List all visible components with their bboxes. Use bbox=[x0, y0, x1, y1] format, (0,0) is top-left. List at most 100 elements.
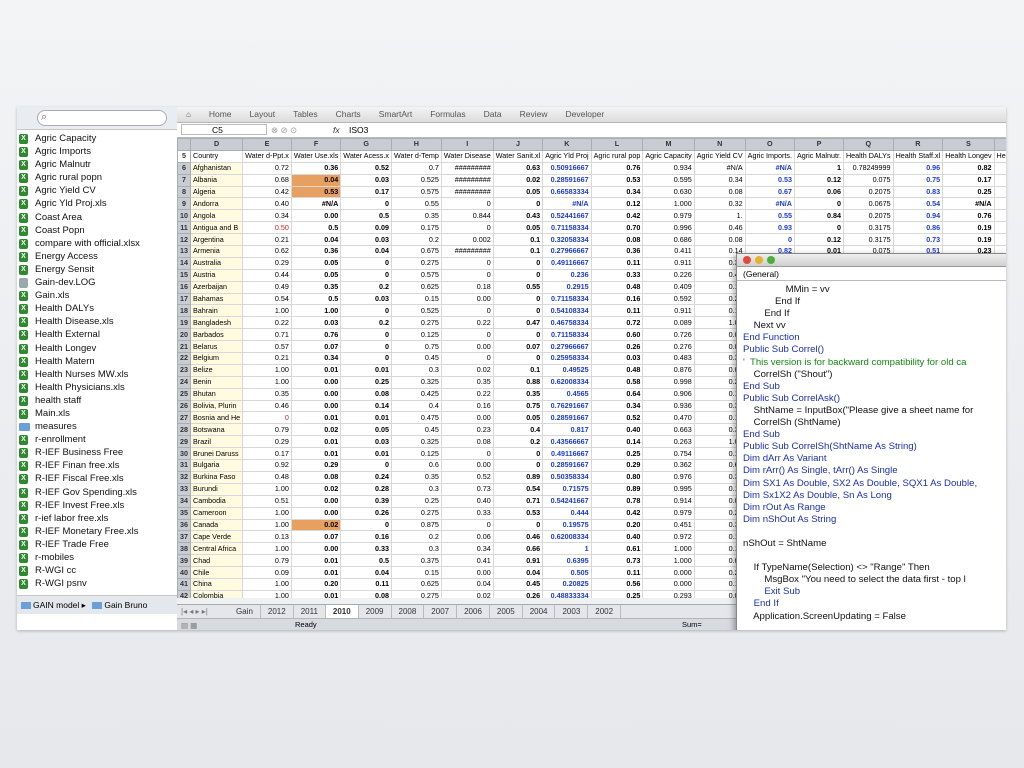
table-cell[interactable]: 0.26 bbox=[340, 506, 392, 520]
table-cell[interactable]: 0.01 bbox=[290, 589, 342, 598]
country-cell[interactable]: Bahamas bbox=[189, 292, 244, 306]
table-cell[interactable]: 0.01 bbox=[290, 411, 342, 425]
table-cell[interactable]: 0.20 bbox=[290, 577, 342, 591]
sheet-tab[interactable]: 2011 bbox=[294, 605, 326, 618]
row-number[interactable]: 8 bbox=[177, 185, 191, 199]
table-cell[interactable]: 0.80 bbox=[590, 470, 644, 484]
table-cell[interactable]: 0.475 bbox=[390, 411, 442, 425]
table-cell[interactable]: 0.2075 bbox=[842, 209, 894, 223]
table-cell[interactable]: 0.57 bbox=[242, 340, 292, 354]
path-item[interactable]: Gain Bruno bbox=[104, 600, 147, 610]
table-cell[interactable]: 0 bbox=[492, 256, 544, 270]
sheet-tab[interactable]: 2006 bbox=[457, 605, 490, 618]
table-cell[interactable]: 0.000 bbox=[642, 577, 695, 591]
view-buttons[interactable]: ▤ ▦ bbox=[181, 620, 197, 630]
table-cell[interactable]: 0.15 bbox=[390, 566, 442, 579]
table-cell[interactable]: 0.46 bbox=[492, 530, 544, 544]
table-cell[interactable]: 0 bbox=[492, 197, 544, 211]
table-cell[interactable]: 0.11 bbox=[340, 577, 392, 591]
table-cell[interactable]: Health Disease bbox=[993, 149, 1006, 163]
table-cell[interactable]: 0.01 bbox=[340, 447, 392, 461]
table-cell[interactable]: 0.41 bbox=[440, 554, 494, 568]
table-cell[interactable]: 0.20 bbox=[590, 518, 644, 532]
column-header[interactable]: I bbox=[440, 138, 494, 151]
table-cell[interactable]: 0 bbox=[492, 459, 544, 472]
table-cell[interactable]: 0.04 bbox=[492, 566, 544, 579]
table-cell[interactable]: 0.09 bbox=[340, 221, 392, 235]
table-cell[interactable]: 0.2075 bbox=[842, 185, 894, 199]
table-cell[interactable]: 0.49116667 bbox=[542, 256, 592, 270]
table-cell[interactable]: 0.29 bbox=[242, 256, 292, 270]
table-cell[interactable]: 0.54 bbox=[892, 197, 944, 211]
row-number[interactable]: 39 bbox=[177, 554, 191, 568]
name-box[interactable]: C5 bbox=[181, 124, 267, 135]
table-cell[interactable]: 0.2 bbox=[492, 435, 544, 449]
table-cell[interactable]: 0.25958334 bbox=[542, 352, 592, 365]
table-cell[interactable]: 0.14 bbox=[340, 399, 392, 413]
file-item[interactable]: X R-WGI cc bbox=[17, 564, 177, 577]
table-cell[interactable]: 0.27 bbox=[993, 233, 1006, 247]
table-cell[interactable]: 0.46 bbox=[693, 221, 746, 235]
table-cell[interactable]: 0.12 bbox=[590, 197, 644, 211]
table-cell[interactable]: 0.25 bbox=[390, 494, 442, 508]
table-cell[interactable]: 0.02 bbox=[492, 173, 544, 187]
table-cell[interactable]: 0.5 bbox=[290, 221, 342, 235]
file-item[interactable]: X R-IEF Gov Spending.xls bbox=[17, 486, 177, 499]
table-cell[interactable]: 0.663 bbox=[642, 423, 695, 437]
table-cell[interactable]: 1.00 bbox=[242, 482, 292, 496]
table-cell[interactable]: 0.263 bbox=[642, 435, 695, 449]
table-cell[interactable]: 0.71158334 bbox=[542, 221, 592, 235]
table-cell[interactable]: 1. bbox=[693, 209, 746, 223]
table-cell[interactable]: 0.04 bbox=[440, 577, 494, 591]
table-cell[interactable]: 0.25 bbox=[590, 589, 644, 598]
table-cell[interactable]: 0.16 bbox=[440, 399, 494, 413]
row-number[interactable]: 31 bbox=[177, 459, 191, 472]
table-cell[interactable]: 1.00 bbox=[242, 577, 292, 591]
file-item[interactable]: X Health Nurses MW.xls bbox=[17, 368, 177, 381]
table-cell[interactable]: 0.00 bbox=[290, 387, 342, 401]
table-cell[interactable]: 0.49 bbox=[242, 280, 292, 294]
table-cell[interactable]: 0.00 bbox=[290, 375, 342, 389]
row-number[interactable]: 34 bbox=[177, 494, 191, 508]
country-cell[interactable]: Belgium bbox=[189, 352, 244, 365]
table-cell[interactable]: 0 bbox=[440, 256, 494, 270]
file-item[interactable]: X Health Matern bbox=[17, 355, 177, 368]
table-cell[interactable]: 0.79 bbox=[242, 554, 292, 568]
country-cell[interactable]: Burundi bbox=[189, 482, 244, 496]
table-cell[interactable]: 0.46 bbox=[242, 399, 292, 413]
table-cell[interactable]: 0.01 bbox=[290, 554, 342, 568]
row-number[interactable]: 11 bbox=[177, 221, 191, 235]
table-cell[interactable]: 1.00 bbox=[242, 304, 292, 318]
sheet-tab[interactable]: 2008 bbox=[392, 605, 425, 618]
table-cell[interactable]: 0.76291667 bbox=[542, 399, 592, 413]
table-cell[interactable]: 0.84 bbox=[794, 209, 844, 223]
table-cell[interactable]: 0.25 bbox=[340, 375, 392, 389]
table-cell[interactable]: 0.754 bbox=[642, 447, 695, 461]
file-item[interactable]: Xhealth staff bbox=[17, 394, 177, 407]
table-cell[interactable]: 0.914 bbox=[642, 494, 695, 508]
table-cell[interactable]: 0.525 bbox=[390, 304, 442, 318]
table-cell[interactable]: #N/A bbox=[744, 161, 796, 175]
table-cell[interactable]: 0.11 bbox=[590, 566, 644, 579]
table-cell[interactable]: 0.3 bbox=[390, 482, 442, 496]
table-cell[interactable]: 0.26 bbox=[492, 589, 544, 598]
table-cell[interactable]: 0 bbox=[492, 292, 544, 306]
table-cell[interactable]: Water d-Temp bbox=[390, 149, 442, 163]
table-cell[interactable]: 0.54241667 bbox=[542, 494, 592, 508]
table-cell[interactable]: Health DALYs bbox=[842, 149, 894, 163]
table-cell[interactable]: 0.66 bbox=[492, 542, 544, 556]
table-cell[interactable]: 0 bbox=[440, 352, 494, 365]
table-cell[interactable]: 0.05 bbox=[290, 256, 342, 270]
table-cell[interactable]: 1.00 bbox=[242, 506, 292, 520]
table-cell[interactable]: 0.075 bbox=[842, 173, 894, 187]
table-cell[interactable]: 0.979 bbox=[642, 506, 695, 520]
file-item[interactable]: Xr-ief labor free.xls bbox=[17, 512, 177, 525]
table-cell[interactable]: 0.52 bbox=[590, 411, 644, 425]
table-cell[interactable]: 0.276 bbox=[642, 340, 695, 354]
table-cell[interactable]: 0.22 bbox=[440, 387, 494, 401]
zoom-button[interactable] bbox=[767, 256, 775, 264]
country-cell[interactable]: Andorra bbox=[189, 197, 244, 211]
table-cell[interactable]: 0.11 bbox=[590, 304, 644, 318]
table-cell[interactable]: 0.3175 bbox=[842, 221, 894, 235]
table-cell[interactable]: 0 bbox=[242, 411, 292, 425]
